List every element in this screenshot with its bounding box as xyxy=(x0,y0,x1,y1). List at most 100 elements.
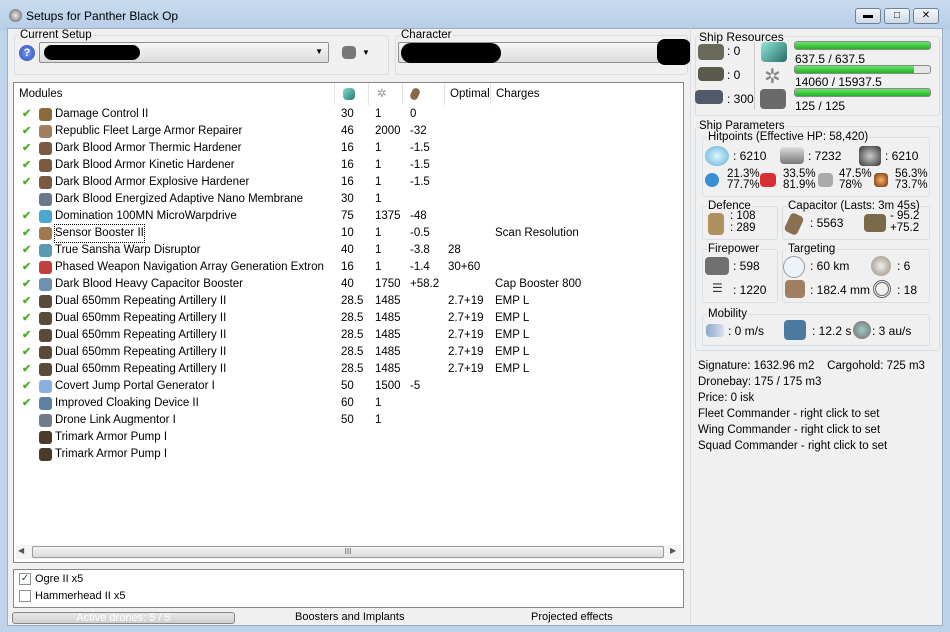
module-row[interactable]: ✔ Sensor Booster II 10 1 -0.5 Scan Resolution xyxy=(14,224,674,243)
module-row[interactable]: ✔ Dual 650mm Repeating Artillery II 28.5 14… xyxy=(14,344,674,361)
drone-checkbox[interactable] xyxy=(19,590,31,603)
active-check-icon[interactable]: ✔ xyxy=(22,378,31,395)
active-check-icon[interactable]: ✔ xyxy=(22,225,31,242)
module-name: Damage Control II xyxy=(55,108,149,120)
active-check-icon[interactable]: ✔ xyxy=(22,208,31,225)
module-row[interactable]: ✔ Dark Blood Armor Thermic Hardener 16 1 -1.… xyxy=(14,140,674,157)
column-header-optimal[interactable]: Optimal xyxy=(445,83,491,105)
active-check-icon[interactable]: ✔ xyxy=(22,361,31,378)
module-row[interactable]: Trimark Armor Pump I xyxy=(14,446,674,463)
volley-icon: ☰ xyxy=(712,281,723,295)
signature: Signature: 1632.96 m2 xyxy=(698,360,815,372)
module-row[interactable]: ✔ Domination 100MN MicroWarpdrive 75 1375 -4… xyxy=(14,208,674,225)
module-powergrid: 1 xyxy=(375,193,382,205)
targeting-range: : 60 km xyxy=(810,259,850,273)
scroll-left-arrow[interactable]: ◀ xyxy=(18,546,24,555)
armor-hp: : 7232 xyxy=(808,149,842,163)
drones-list: ✓ Ogre II x5 Hammerhead II x5 xyxy=(13,569,684,608)
column-header-charges[interactable]: Charges xyxy=(491,83,684,105)
module-row[interactable]: ✔ Damage Control II 30 1 0 xyxy=(14,106,674,123)
drone-bandwidth-bar-fill xyxy=(795,89,930,96)
firepower-title: Firepower xyxy=(707,243,761,255)
module-optimal: 2.7+19 xyxy=(448,346,484,358)
module-row[interactable]: ✔ Dual 650mm Repeating Artillery II 28.5 14… xyxy=(14,361,674,378)
module-row[interactable]: Dark Blood Energized Adaptive Nano Membr… xyxy=(14,191,674,208)
wing-commander[interactable]: Wing Commander - right click to set xyxy=(698,422,925,438)
column-header-capacitor[interactable] xyxy=(403,83,445,105)
active-check-icon[interactable]: ✔ xyxy=(22,327,31,344)
module-row[interactable]: ✔ Dark Blood Armor Kinetic Hardener 16 1 -1.… xyxy=(14,157,674,174)
structure-hp: : 6210 xyxy=(885,149,919,163)
active-check-icon[interactable]: ✔ xyxy=(22,140,31,157)
redacted-region xyxy=(657,39,691,65)
module-powergrid: 1 xyxy=(375,261,382,273)
module-row[interactable]: ✔ Improved Cloaking Device II 60 1 xyxy=(14,395,674,412)
scroll-right-arrow[interactable]: ▶ xyxy=(670,546,676,555)
max-targets: : 6 xyxy=(897,259,911,273)
module-row[interactable]: ✔ Dark Blood Heavy Capacitor Booster 40 175… xyxy=(14,276,674,293)
module-powergrid: 1485 xyxy=(375,329,401,341)
active-check-icon[interactable]: ✔ xyxy=(22,242,31,259)
module-row[interactable]: ✔ Dual 650mm Repeating Artillery II 28.5 14… xyxy=(14,327,674,344)
module-row[interactable]: ✔ Republic Fleet Large Armor Repairer 46 20… xyxy=(14,123,674,140)
drone-item[interactable]: ✓ Ogre II x5 xyxy=(19,573,83,586)
drone-bandwidth-value: 125 / 125 xyxy=(795,99,846,113)
module-cpu: 30 xyxy=(341,193,354,205)
active-check-icon[interactable]: ✔ xyxy=(22,344,31,361)
setup-tools-button[interactable]: ▼ xyxy=(342,45,374,61)
column-header-powergrid[interactable]: ✲ xyxy=(369,83,403,105)
drone-item[interactable]: Hammerhead II x5 xyxy=(19,590,126,603)
close-button[interactable]: ✕ xyxy=(913,8,939,24)
module-row[interactable]: ✔ Phased Weapon Navigation Array Generati… xyxy=(14,259,674,276)
module-row[interactable]: ✔ True Sansha Warp Disruptor 40 1 -3.8 28 xyxy=(14,242,674,259)
structure-icon xyxy=(859,146,881,166)
squad-commander[interactable]: Squad Commander - right click to set xyxy=(698,438,925,454)
module-powergrid: 1 xyxy=(375,142,382,154)
tools-icon xyxy=(342,46,356,59)
active-check-icon[interactable]: ✔ xyxy=(22,106,31,123)
velocity-icon xyxy=(706,324,724,337)
setup-select[interactable]: ▼ xyxy=(39,42,329,63)
current-setup-label: Current Setup xyxy=(19,29,93,41)
horizontal-scrollbar[interactable]: ◀ III ▶ xyxy=(16,545,681,559)
active-check-icon[interactable]: ✔ xyxy=(22,310,31,327)
scan-resolution: : 182.4 mm xyxy=(810,283,871,297)
module-name: Dark Blood Armor Explosive Hardener xyxy=(55,176,250,188)
minimize-button[interactable]: ▬ xyxy=(855,8,881,24)
module-row[interactable]: ✔ Dark Blood Armor Explosive Hardener 16 1 -… xyxy=(14,174,674,191)
module-icon xyxy=(39,380,52,393)
cpu-bar-fill xyxy=(795,42,930,49)
module-capacitor: -5 xyxy=(410,380,421,392)
module-row[interactable]: Trimark Armor Pump I xyxy=(14,429,674,446)
active-check-icon[interactable]: ✔ xyxy=(22,276,31,293)
module-row[interactable]: ✔ Dual 650mm Repeating Artillery II 28.5 14… xyxy=(14,293,674,310)
maximize-button[interactable]: □ xyxy=(884,8,910,24)
module-powergrid: 1 xyxy=(375,159,382,171)
module-row[interactable]: ✔ Dual 650mm Repeating Artillery II 28.5 14… xyxy=(14,310,674,327)
help-button[interactable]: ? xyxy=(19,45,35,61)
drone-checkbox-checked[interactable]: ✓ xyxy=(19,573,31,586)
fleet-commander[interactable]: Fleet Commander - right click to set xyxy=(698,406,925,422)
armor-icon xyxy=(780,147,804,164)
column-header-cpu[interactable] xyxy=(335,83,369,105)
module-row[interactable]: ✔ Covert Jump Portal Generator I 50 1500 -5 xyxy=(14,378,674,395)
module-icon xyxy=(39,278,52,291)
scroll-thumb[interactable]: III xyxy=(32,546,664,558)
active-check-icon[interactable]: ✔ xyxy=(22,293,31,310)
module-icon xyxy=(39,193,52,206)
active-check-icon[interactable]: ✔ xyxy=(22,395,31,412)
scan-resolution-icon xyxy=(785,280,805,298)
cpu-value: 637.5 / 637.5 xyxy=(795,52,866,66)
projected-effects-button[interactable]: Projected effects xyxy=(531,611,613,623)
drone-label: Hammerhead II x5 xyxy=(35,590,126,602)
module-name: Dark Blood Energized Adaptive Nano Membr… xyxy=(55,193,304,205)
module-row[interactable]: Drone Link Augmentor I 50 1 xyxy=(14,412,674,429)
active-check-icon[interactable]: ✔ xyxy=(22,259,31,276)
active-check-icon[interactable]: ✔ xyxy=(22,174,31,191)
column-header-modules[interactable]: Modules xyxy=(14,83,335,105)
boosters-implants-button[interactable]: Boosters and Implants xyxy=(295,611,404,623)
active-check-icon[interactable]: ✔ xyxy=(22,157,31,174)
module-optimal: 30+60 xyxy=(448,261,481,273)
active-check-icon[interactable]: ✔ xyxy=(22,123,31,140)
character-select[interactable] xyxy=(398,39,691,65)
